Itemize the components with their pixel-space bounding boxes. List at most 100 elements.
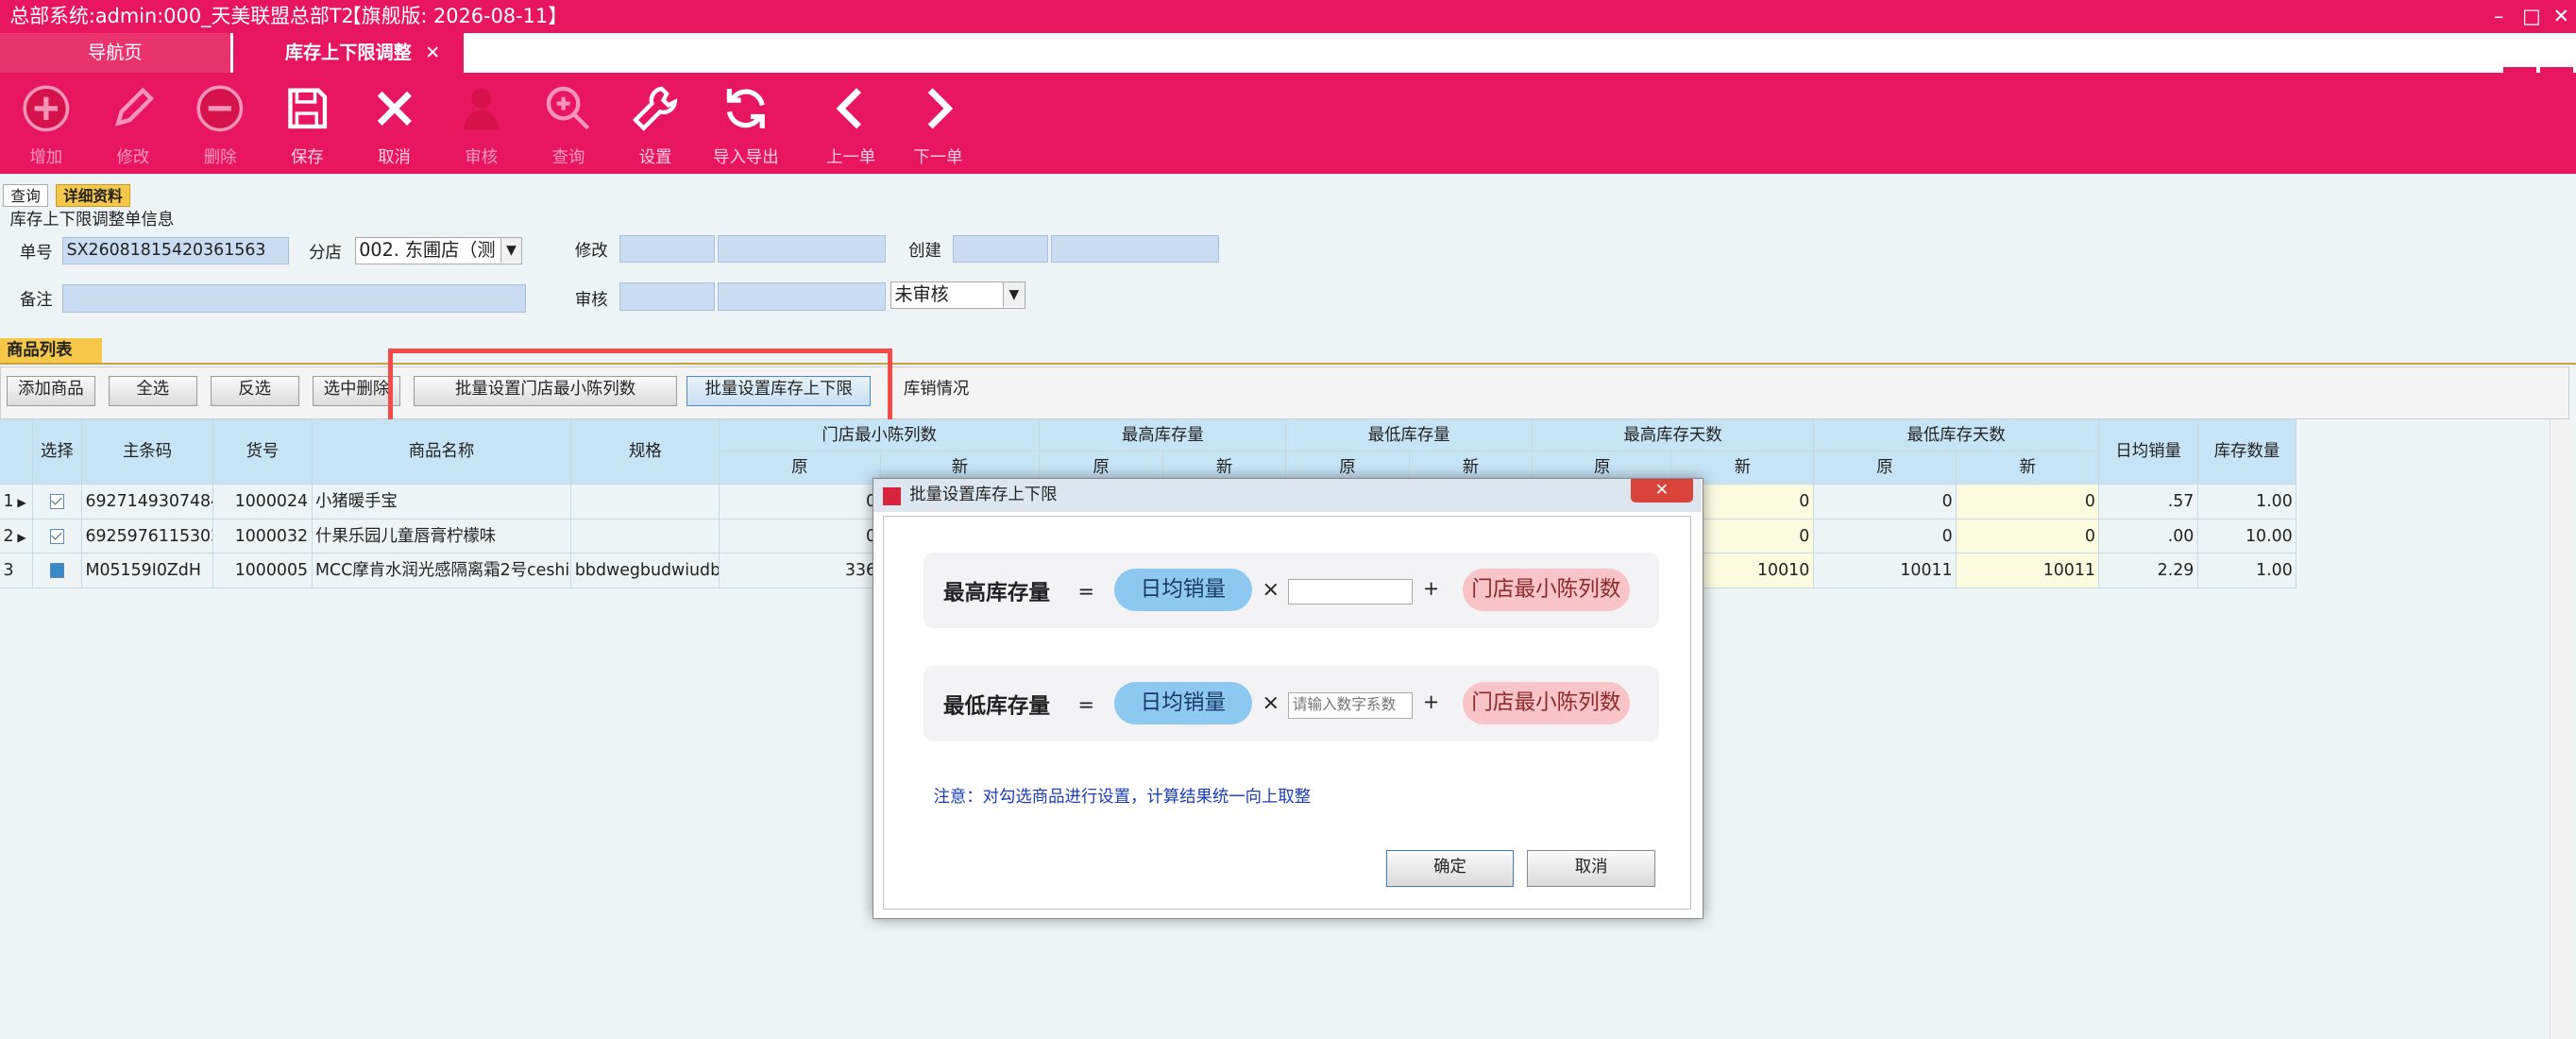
delete-button[interactable]: 删除 — [180, 79, 260, 175]
order-number-field[interactable]: SX26081815420361563 — [62, 236, 290, 265]
cell-stock[interactable]: 10.00 — [2197, 519, 2297, 554]
col-header-name[interactable]: 商品名称 — [312, 418, 572, 485]
checkbox-icon[interactable] — [49, 563, 65, 579]
cell-max-days-new[interactable]: 0 — [1703, 519, 1814, 554]
cell-min-days-old[interactable]: 10011 — [1813, 554, 1957, 588]
import-export-button[interactable]: 导入导出 — [706, 79, 786, 175]
max-coefficient-input[interactable] — [1288, 578, 1414, 605]
tab-detail[interactable]: 详细资料 — [56, 183, 130, 208]
cell-spec[interactable]: bbdwegbudwiudbiu — [571, 554, 720, 588]
cell-max-days-new[interactable]: 10010 — [1703, 554, 1814, 588]
audit-user-field[interactable] — [619, 282, 715, 311]
row-checkbox[interactable] — [32, 554, 82, 588]
select-all-button[interactable]: 全选 — [108, 376, 197, 406]
row-indicator[interactable]: 3 — [0, 554, 33, 588]
col-header-stock[interactable]: 库存数量 — [2197, 418, 2297, 485]
vertical-scrollbar[interactable] — [2550, 418, 2573, 1039]
col-header-select[interactable]: 选择 — [32, 418, 82, 485]
tab-stock-limit-label: 库存上下限调整 — [284, 41, 412, 63]
col-header-spec[interactable]: 规格 — [571, 418, 720, 485]
cancel-button[interactable]: 取消 — [355, 79, 434, 175]
edit-button[interactable]: 修改 — [93, 79, 173, 175]
col-header-code[interactable]: 货号 — [213, 418, 313, 485]
cell-code[interactable]: 1000024 — [213, 485, 313, 520]
row-checkbox[interactable] — [32, 485, 82, 520]
cell-code[interactable]: 1000005 — [213, 554, 313, 588]
form-header: 库存上下限调整单信息 — [9, 211, 175, 230]
invert-selection-button[interactable]: 反选 — [210, 376, 299, 406]
col-header-group-0[interactable]: 门店最小陈列数 — [720, 418, 1041, 452]
col-header-new[interactable]: 新 — [1957, 451, 2100, 485]
tab-stock-limit[interactable]: 库存上下限调整 ✕ — [233, 32, 464, 73]
cancel-button[interactable]: 取消 — [1527, 850, 1655, 887]
dialog-close-button[interactable]: ✕ — [1630, 479, 1693, 502]
next-icon — [927, 88, 953, 129]
tab-close-icon[interactable]: ✕ — [425, 33, 440, 73]
checkbox-icon[interactable] — [49, 494, 65, 510]
tab-query[interactable]: 查询 — [3, 183, 48, 208]
audit-button[interactable]: 审核 — [442, 79, 521, 175]
checkbox-icon[interactable] — [49, 528, 65, 544]
cell-min-display-old[interactable]: 0 — [720, 519, 881, 554]
tab-navigation[interactable]: 导航页 — [0, 32, 230, 73]
cell-min-days-new[interactable]: 0 — [1957, 485, 2100, 520]
col-header-group-2[interactable]: 最低库存量 — [1286, 418, 1534, 452]
prev-button[interactable]: 上一单 — [811, 79, 890, 175]
audit-status-select[interactable]: 未审核 ▼ — [890, 281, 1025, 310]
cell-spec[interactable] — [571, 519, 720, 554]
chevron-down-icon[interactable]: ▼ — [500, 237, 522, 263]
multiply-sign: × — [1262, 690, 1280, 715]
modify-time-field[interactable] — [718, 234, 886, 264]
col-header-old[interactable]: 原 — [1813, 451, 1957, 485]
col-header-barcode[interactable]: 主条码 — [81, 418, 214, 485]
search-button[interactable]: 查询 — [529, 79, 608, 175]
cell-stock[interactable]: 1.00 — [2197, 554, 2297, 588]
cell-avg-sales[interactable]: .57 — [2099, 485, 2198, 520]
col-header-group-1[interactable]: 最高库存量 — [1040, 418, 1287, 452]
row-indicator[interactable]: 1 ▶ — [0, 485, 33, 520]
col-header-old[interactable]: 原 — [720, 451, 881, 485]
create-user-field[interactable] — [953, 234, 1048, 264]
cell-name[interactable]: MCC摩肯水润光感隔离霜2号ceshi" — [312, 554, 572, 588]
confirm-button[interactable]: 确定 — [1385, 850, 1515, 887]
cell-min-display-old[interactable]: 336 — [720, 554, 881, 588]
cell-name[interactable]: 小猪暖手宝 — [312, 485, 572, 520]
modify-user-field[interactable] — [619, 234, 715, 264]
col-header-group-3[interactable]: 最高库存天数 — [1533, 418, 1814, 452]
row-indicator[interactable]: 2 ▶ — [0, 519, 33, 554]
row-checkbox[interactable] — [32, 519, 82, 554]
cell-min-days-old[interactable]: 0 — [1813, 519, 1957, 554]
cell-min-days-old[interactable]: 0 — [1813, 485, 1957, 520]
cell-min-days-new[interactable]: 10011 — [1957, 554, 2100, 588]
next-button[interactable]: 下一单 — [899, 79, 978, 175]
cell-name[interactable]: 什果乐园儿童唇膏柠檬味 — [312, 519, 572, 554]
cell-avg-sales[interactable]: 2.29 — [2099, 554, 2198, 588]
cell-max-days-new[interactable]: 0 — [1703, 485, 1814, 520]
settings-button[interactable]: 设置 — [616, 79, 695, 175]
cell-code[interactable]: 1000032 — [213, 519, 313, 554]
save-icon — [288, 88, 328, 129]
maximize-icon[interactable]: □ — [2517, 0, 2546, 33]
remark-field[interactable] — [62, 283, 526, 313]
save-button[interactable]: 保存 — [268, 79, 347, 175]
cell-avg-sales[interactable]: .00 — [2099, 519, 2198, 554]
cell-barcode[interactable]: M05159I0ZdH — [81, 554, 214, 588]
col-header-avg-sales[interactable]: 日均销量 — [2099, 418, 2198, 485]
minimize-icon[interactable]: – — [2484, 0, 2514, 33]
audit-time-field[interactable] — [718, 282, 886, 311]
add-button[interactable]: 增加 — [7, 79, 86, 175]
cell-barcode[interactable]: 6927149307484 — [81, 485, 214, 520]
cell-min-days-new[interactable]: 0 — [1957, 519, 2100, 554]
cell-barcode[interactable]: 6925976115302 — [81, 519, 214, 554]
close-window-icon[interactable]: ✕ — [2547, 0, 2576, 33]
create-time-field[interactable] — [1051, 234, 1219, 264]
cell-spec[interactable] — [571, 485, 720, 520]
stock-sales-button[interactable]: 库销情况 — [890, 376, 982, 405]
cell-min-display-old[interactable]: 0 — [720, 485, 881, 520]
branch-select[interactable]: 002. 东圃店（测 ▼ — [354, 236, 523, 265]
min-coefficient-input[interactable] — [1288, 691, 1414, 719]
cell-stock[interactable]: 1.00 — [2197, 485, 2297, 520]
add-product-button[interactable]: 添加商品 — [6, 376, 95, 406]
chevron-down-icon[interactable]: ▼ — [1003, 281, 1025, 307]
col-header-group-4[interactable]: 最低库存天数 — [1813, 418, 2100, 452]
